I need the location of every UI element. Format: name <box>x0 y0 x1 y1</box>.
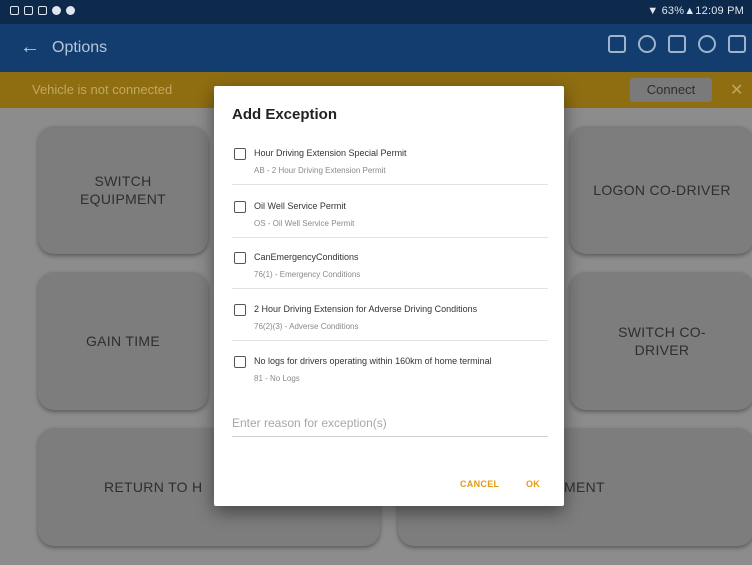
status-bar: ▼ 63%▲12:09 PM <box>0 0 752 24</box>
tile-label: LOGON CO-DRIVER <box>593 182 731 198</box>
option-label: CanEmergencyConditions <box>254 252 359 262</box>
option-sublabel: 76(1) - Emergency Conditions <box>254 270 361 279</box>
notification-icons <box>10 6 75 15</box>
option-label: No logs for drivers operating within 160… <box>254 356 492 366</box>
option-sublabel: OS - Oil Well Service Permit <box>254 219 355 228</box>
reason-input[interactable] <box>232 410 548 437</box>
checkbox[interactable] <box>234 304 246 316</box>
ok-button[interactable]: OK <box>526 479 540 489</box>
checkbox[interactable] <box>234 356 246 368</box>
option-label: Oil Well Service Permit <box>254 201 346 211</box>
notification-icon <box>10 6 19 15</box>
tile-label: SWITCH EQUIPMENT <box>80 173 166 207</box>
gain-time-tile[interactable]: GAIN TIME <box>38 272 208 410</box>
notification-icon <box>52 6 61 15</box>
notification-icon <box>38 6 47 15</box>
switch-equipment-tile[interactable]: SWITCH EQUIPMENT <box>38 126 208 254</box>
connect-button[interactable]: Connect <box>630 78 712 102</box>
option-sublabel: 81 - No Logs <box>254 374 300 383</box>
logout-icon[interactable] <box>728 35 746 53</box>
status-indicators: ▼ 63%▲12:09 PM <box>647 5 744 17</box>
page-title: Options <box>52 39 108 56</box>
option-label: 2 Hour Driving Extension for Adverse Dri… <box>254 304 478 314</box>
divider <box>232 184 548 185</box>
toolbar-actions <box>608 35 746 53</box>
checkbox[interactable] <box>234 252 246 264</box>
arrow-left-icon[interactable]: ← <box>20 36 40 59</box>
play-icon[interactable] <box>638 35 656 53</box>
divider <box>232 288 548 289</box>
app-bar: ← Options <box>0 24 752 72</box>
divider <box>232 237 548 238</box>
tile-label: MENT <box>564 479 605 495</box>
option-sublabel: AB - 2 Hour Driving Extension Permit <box>254 166 386 175</box>
switch-codriver-tile[interactable]: SWITCH CO-DRIVER <box>570 272 752 410</box>
notification-icon <box>24 6 33 15</box>
inspection-icon[interactable] <box>608 35 626 53</box>
notification-icon <box>66 6 75 15</box>
refresh-icon[interactable] <box>698 35 716 53</box>
option-label: Hour Driving Extension Special Permit <box>254 148 407 158</box>
tile-label: GAIN TIME <box>85 333 160 349</box>
checkbox[interactable] <box>234 148 246 160</box>
option-sublabel: 76(2)(3) - Adverse Conditions <box>254 322 359 331</box>
close-icon[interactable]: ✕ <box>730 80 743 100</box>
tile-label: SWITCH CO-DRIVER <box>618 324 706 358</box>
tile-label: RETURN TO H <box>104 479 203 495</box>
add-exception-dialog: Add Exception Hour Driving Extension Spe… <box>214 86 564 506</box>
logon-codriver-tile[interactable]: LOGON CO-DRIVER <box>570 126 752 254</box>
dialog-title: Add Exception <box>232 106 338 123</box>
cancel-button[interactable]: CANCEL <box>460 479 499 489</box>
notification-text: Vehicle is not connected <box>32 82 173 97</box>
divider <box>232 340 548 341</box>
checkbox[interactable] <box>234 201 246 213</box>
account-icon[interactable] <box>668 35 686 53</box>
